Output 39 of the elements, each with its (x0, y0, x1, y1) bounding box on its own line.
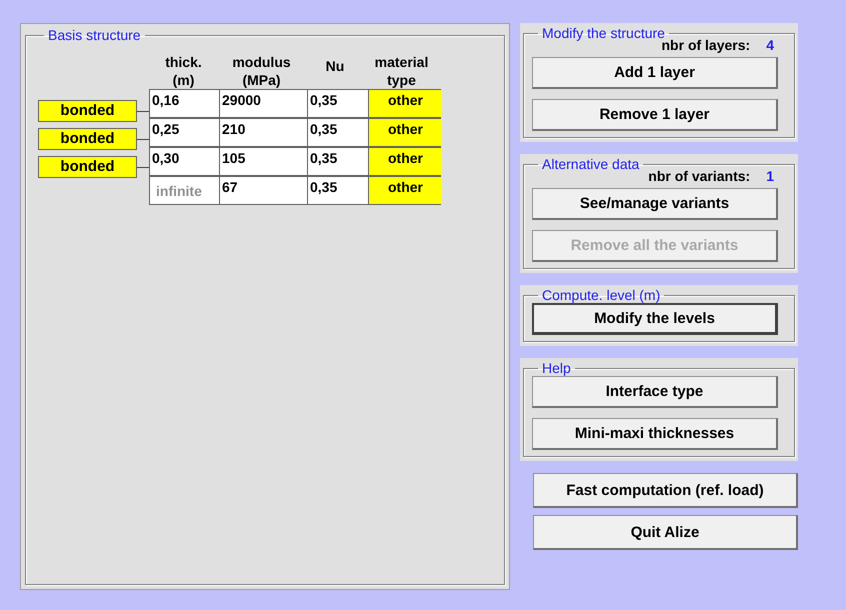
table-cell[interactable]: 67 (220, 177, 307, 204)
action-button[interactable]: Add 1 layer (532, 57, 778, 89)
interface-box[interactable]: bonded (38, 128, 137, 150)
table-cell[interactable]: 0,35 (308, 90, 368, 117)
group-title: Help (541, 360, 572, 376)
table-cell[interactable]: 29000 (220, 90, 307, 117)
table-cell[interactable]: 0,35 (308, 177, 368, 204)
table-cell[interactable]: 105 (220, 148, 307, 175)
column-header: thick. (m) (164, 53, 203, 89)
action-button[interactable]: Fast computation (ref. load) (533, 473, 798, 508)
action-button[interactable]: See/manage variants (532, 188, 778, 220)
action-button[interactable]: Interface type (532, 376, 778, 408)
connector-line (137, 166, 149, 168)
connector-line (137, 138, 149, 140)
table-cell[interactable]: 0,30 (150, 148, 219, 175)
count-value: 4 (766, 37, 774, 53)
interface-box[interactable]: bonded (38, 156, 137, 178)
count-label: nbr of variants: (648, 168, 750, 184)
action-button[interactable]: Modify the levels (532, 303, 778, 335)
action-button[interactable]: Remove 1 layer (532, 99, 778, 131)
column-header: Nu (324, 57, 346, 75)
table-cell[interactable]: 0,35 (308, 148, 368, 175)
table-cell[interactable]: 0,25 (150, 119, 219, 146)
group-title: Compute. level (m) (541, 287, 662, 303)
table-cell[interactable]: 0,16 (150, 90, 219, 117)
count-value: 1 (766, 168, 774, 184)
table-cell[interactable]: other (369, 177, 442, 204)
group-title: Basis structure (47, 27, 142, 43)
column-header: modulus (MPa) (231, 53, 292, 89)
table-cell[interactable]: 210 (220, 119, 307, 146)
table-cell[interactable]: other (369, 119, 442, 146)
group-title: Alternative data (541, 156, 640, 172)
table-cell[interactable]: other (369, 148, 442, 175)
action-button[interactable]: Quit Alize (533, 515, 798, 550)
table-cell[interactable]: other (369, 90, 442, 117)
connector-line (137, 110, 149, 112)
action-button[interactable]: Mini-maxi thicknesses (532, 418, 778, 450)
interface-box[interactable]: bonded (38, 100, 137, 122)
table-cell[interactable]: 0,35 (308, 119, 368, 146)
